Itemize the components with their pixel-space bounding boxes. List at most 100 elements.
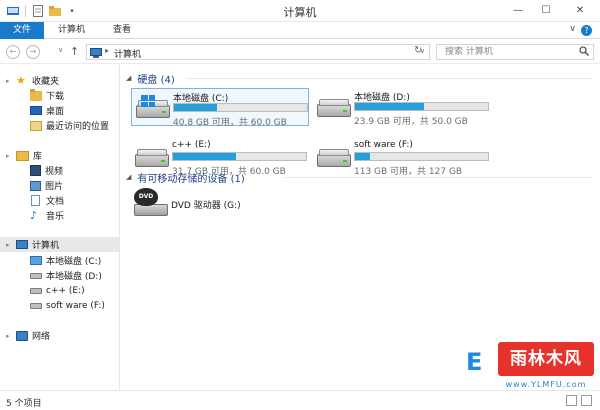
search-icon[interactable] [579,46,590,59]
ribbon-expand-icon[interactable]: ∨ [569,24,576,34]
group-header-hard-disks[interactable]: ◢ 硬盘 (4) [126,71,175,86]
sidebar-label: 音乐 [46,212,65,222]
tab-file[interactable]: 文件 [0,22,45,39]
sidebar-item-documents[interactable]: 文档 [0,193,120,208]
drive-space-info: 40.8 GB 可用，共 60.0 GB [173,118,287,128]
maximize-button[interactable]: ☐ [532,0,560,20]
minimize-button[interactable]: — [504,0,532,20]
tab-computer[interactable]: 计算机 [44,22,99,39]
sidebar-item-drive-f[interactable]: soft ware (F:) [0,298,120,313]
sidebar-item-drive-d[interactable]: 本地磁盘 (D:) [0,268,120,283]
group-label: 有可移动存储的设备 (1) [137,173,245,185]
window-menu-icon[interactable] [6,4,20,18]
usage-bar-fill [355,153,370,160]
drive-name: DVD 驱动器 (G:) [171,201,241,211]
hard-drive-icon [135,148,169,168]
group-divider [284,177,592,178]
expand-icon[interactable]: ▸ [6,332,14,340]
group-divider [187,78,592,79]
sidebar-label: 计算机 [32,241,60,251]
properties-icon[interactable] [31,4,45,18]
usage-bar-fill [355,103,425,110]
sidebar-item-videos[interactable]: 视频 [0,163,120,178]
recent-places-icon [30,120,42,131]
usage-bar-fill [174,104,217,111]
close-button[interactable]: ✕ [560,0,600,20]
search-box [436,44,594,60]
content-pane: ◢ 硬盘 (4) 本地磁盘 (C:) 40.8 GB 可用，共 60.0 GB … [121,65,600,390]
downloads-folder-icon [30,88,42,101]
back-button[interactable]: ← [6,45,20,59]
sidebar-item-computer[interactable]: ▸ 计算机 [0,237,120,252]
collapse-chevron-icon[interactable]: ◢ [126,74,131,82]
music-icon: ♪ [30,209,38,222]
new-folder-icon[interactable] [48,4,62,18]
usage-bar [172,152,307,161]
search-input[interactable] [445,45,579,59]
sidebar-item-desktop[interactable]: 桌面 [0,103,120,118]
forward-button[interactable]: → [26,45,40,59]
picture-icon [30,180,41,191]
sidebar-label: 图片 [45,182,64,192]
computer-icon [90,48,102,61]
dvd-label: DVD [134,188,158,206]
refresh-button[interactable]: ↻ [414,45,422,56]
sidebar-item-music[interactable]: ♪ 音乐 [0,208,120,223]
hard-drive-icon [30,302,42,309]
desktop-icon [30,106,42,115]
item-count: 5 个项目 [6,399,42,409]
drive-name: soft ware (F:) [354,140,413,150]
view-switcher [566,395,592,406]
drive-space-info: 113 GB 可用，共 127 GB [354,167,463,177]
customize-toolbar-icon[interactable]: ▾ [65,4,79,18]
ribbon-tabs: 文件 计算机 查看 ∨ ? [0,22,600,39]
sidebar-item-favorites[interactable]: ▸ ★ 收藏夹 [0,73,120,88]
drive-tile-d[interactable]: 本地磁盘 (D:) 23.9 GB 可用，共 50.0 GB [313,88,491,127]
breadcrumb-separator[interactable]: ▸ [105,46,109,55]
expand-icon[interactable]: ▸ [6,152,14,160]
sidebar-label: 本地磁盘 (C:) [46,257,102,267]
sidebar-item-drive-c[interactable]: 本地磁盘 (C:) [0,253,120,268]
hard-drive-icon [317,98,351,118]
sidebar-label: soft ware (F:) [46,300,105,311]
expand-icon[interactable]: ▸ [6,241,14,249]
navigation-bar: ← → ∨ ↑ ▸ 计算机 ∨ ↻ [0,40,600,64]
up-button[interactable]: ↑ [70,45,79,58]
drive-tile-g[interactable]: DVD DVD 驱动器 (G:) [130,186,308,224]
sidebar-item-pictures[interactable]: 图片 [0,178,120,193]
recent-locations-dropdown[interactable]: ∨ [58,46,63,54]
sidebar-item-network[interactable]: ▸ 网络 [0,328,120,343]
sidebar-label: 收藏夹 [32,77,60,87]
toolbar-divider [25,5,26,17]
computer-icon [16,240,28,249]
sidebar-label: 文档 [46,197,65,207]
sidebar-item-libraries[interactable]: ▸ 库 [0,148,120,163]
library-icon [16,150,29,161]
collapse-chevron-icon[interactable]: ◢ [126,173,131,181]
usage-bar [173,103,308,112]
star-icon: ★ [16,74,26,87]
sidebar-label: 最近访问的位置 [46,122,110,132]
drive-tile-c[interactable]: 本地磁盘 (C:) 40.8 GB 可用，共 60.0 GB [131,88,309,128]
status-bar: 5 个项目 [0,390,600,410]
sidebar-item-recent-places[interactable]: 最近访问的位置 [0,118,120,133]
sidebar-label: 库 [33,152,43,162]
usage-bar [354,152,489,161]
expand-icon[interactable]: ▸ [6,77,14,85]
help-icon[interactable]: ? [581,25,592,36]
large-icons-view-icon[interactable] [581,395,592,406]
window-controls: — ☐ ✕ [504,0,600,20]
dvd-drive-icon: DVD [134,188,168,218]
drive-space-info: 23.9 GB 可用，共 50.0 GB [354,117,468,127]
breadcrumb-computer[interactable]: 计算机 [114,47,141,60]
sidebar-label: 桌面 [46,107,65,117]
group-header-removable[interactable]: ◢ 有可移动存储的设备 (1) [126,170,245,185]
address-bar[interactable]: ▸ 计算机 ∨ [86,44,430,60]
tab-view[interactable]: 查看 [99,22,145,39]
sidebar-item-drive-e[interactable]: c++ (E:) [0,283,120,298]
drive-tile-f[interactable]: soft ware (F:) 113 GB 可用，共 127 GB [313,138,491,177]
details-view-icon[interactable] [566,395,577,406]
drive-name: c++ (E:) [172,140,211,150]
sidebar-item-downloads[interactable]: 下载 [0,88,120,103]
quick-access-toolbar: ▾ [6,4,79,18]
